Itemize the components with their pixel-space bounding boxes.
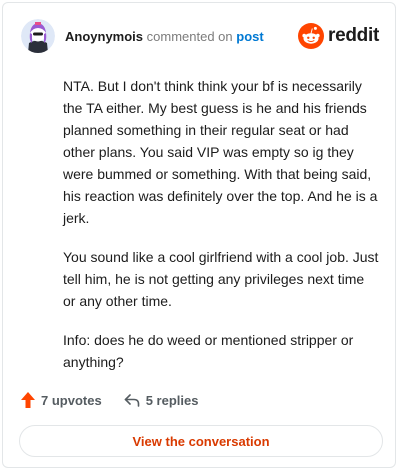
avatar-image — [21, 19, 55, 53]
action-text: commented on — [146, 29, 233, 44]
comment-header: Anoynymois commented on post — [65, 29, 264, 45]
comment-card: Anoynymois commented on post reddit NTA.… — [2, 2, 396, 468]
comment-paragraph: You sound like a cool girlfriend with a … — [63, 249, 379, 309]
upvote-arrow-icon — [21, 392, 35, 408]
reddit-logo[interactable]: reddit — [298, 23, 379, 49]
reddit-wordmark: reddit — [328, 25, 379, 46]
comment-paragraph: NTA. But I don't think think your bf is … — [63, 78, 378, 226]
avatar[interactable] — [21, 19, 55, 53]
reply-count: 5 replies — [145, 392, 199, 408]
username[interactable]: Anoynymois — [65, 29, 143, 44]
comment-actions: 7 upvotes 5 replies — [21, 392, 220, 408]
view-conversation-label: View the conversation — [132, 433, 270, 449]
comment-paragraph: Info: does he do weed or mentioned strip… — [63, 332, 354, 370]
upvote-button[interactable]: 7 upvotes — [21, 392, 102, 408]
replies-button[interactable]: 5 replies — [124, 392, 199, 408]
reddit-snoo-icon — [298, 23, 325, 49]
comment-body: NTA. But I don't think think your bf is … — [63, 75, 379, 390]
post-link[interactable]: post — [236, 29, 263, 44]
reply-arrow-icon — [124, 394, 139, 407]
upvote-count: 7 upvotes — [41, 392, 102, 408]
view-conversation-button[interactable]: View the conversation — [19, 425, 383, 457]
